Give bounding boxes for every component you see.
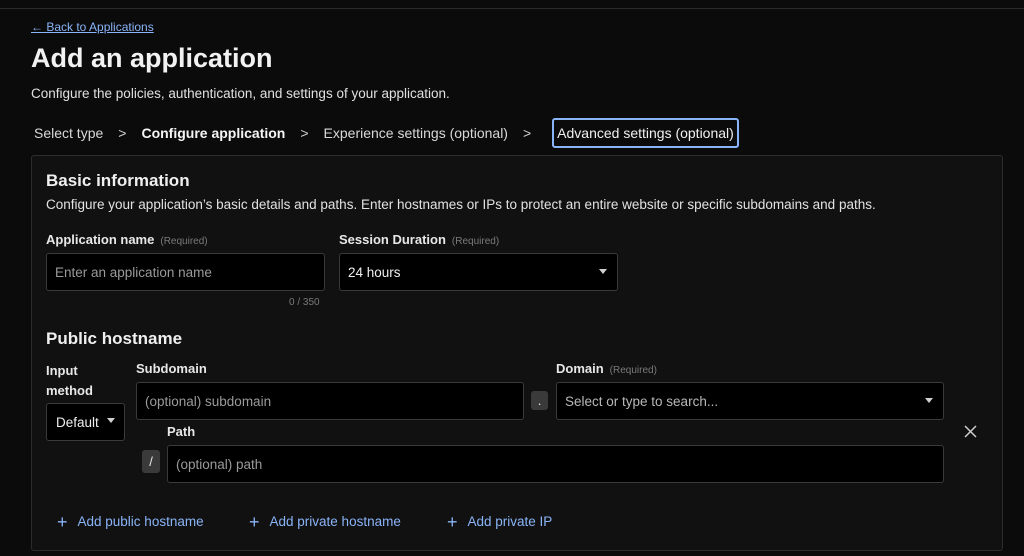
session-duration-label-text: Session Duration: [339, 232, 446, 247]
session-duration-required: (Required): [451, 236, 500, 247]
domain-placeholder: Select or type to search...: [565, 393, 719, 409]
step-select-type[interactable]: Select type: [34, 125, 103, 141]
app-name-placeholder: Enter an application name: [55, 264, 212, 280]
input-method-select[interactable]: Default: [46, 403, 125, 441]
top-divider: [0, 8, 1024, 9]
basic-info-description: Configure your application’s basic detai…: [46, 197, 876, 212]
path-placeholder: (optional) path: [176, 456, 263, 472]
chevron-down-icon: [925, 398, 933, 403]
basic-info-title: Basic information: [46, 171, 190, 190]
path-label: Path: [167, 424, 196, 439]
subdomain-input[interactable]: (optional) subdomain: [136, 382, 524, 420]
subdomain-label: Subdomain: [136, 361, 207, 376]
add-private-ip-button[interactable]: + Add private IP: [447, 511, 553, 532]
app-name-input[interactable]: Enter an application name: [46, 253, 325, 291]
add-private-ip-label: Add private IP: [467, 514, 553, 529]
session-duration-label: Session Duration (Required): [339, 232, 499, 247]
chevron-down-icon: [107, 418, 115, 423]
add-public-hostname-button[interactable]: + Add public hostname: [57, 511, 204, 532]
app-name-label-text: Application name: [46, 232, 155, 247]
close-icon[interactable]: [964, 425, 977, 438]
step-separator: >: [300, 125, 309, 141]
page-title: Add an application: [31, 43, 273, 73]
domain-label: Domain (Required): [556, 361, 657, 376]
step-advanced-settings[interactable]: Advanced settings (optional): [552, 118, 739, 148]
step-separator: >: [118, 125, 127, 141]
app-name-label: Application name (Required): [46, 232, 208, 247]
app-name-char-counter: 0 / 350: [289, 297, 320, 308]
configure-card: [31, 155, 1003, 551]
step-separator: >: [522, 125, 532, 141]
input-method-label-line2: method: [46, 383, 93, 398]
input-method-label: Input method: [46, 361, 93, 401]
public-hostname-title: Public hostname: [46, 329, 183, 348]
session-duration-select[interactable]: 24 hours: [339, 253, 618, 291]
path-slash-prefix: /: [142, 450, 160, 473]
domain-dot-separator: .: [531, 391, 548, 410]
add-private-hostname-label: Add private hostname: [269, 514, 401, 529]
step-configure-application[interactable]: Configure application: [141, 125, 285, 141]
page-subtitle: Configure the policies, authentication, …: [31, 86, 450, 101]
session-duration-value: 24 hours: [348, 264, 401, 280]
plus-icon: +: [249, 511, 260, 532]
wizard-steps: Select type > Configure application > Ex…: [34, 118, 739, 148]
add-private-hostname-button[interactable]: + Add private hostname: [249, 511, 401, 532]
path-input[interactable]: (optional) path: [167, 445, 944, 483]
domain-label-text: Domain: [556, 361, 604, 376]
back-to-applications-link[interactable]: ← Back to Applications: [31, 20, 154, 34]
step-experience-settings[interactable]: Experience settings (optional): [324, 125, 508, 141]
app-name-required: (Required): [160, 236, 208, 247]
input-method-label-line1: Input: [46, 363, 78, 378]
plus-icon: +: [447, 511, 458, 532]
chevron-down-icon: [599, 269, 607, 274]
domain-select[interactable]: Select or type to search...: [556, 382, 944, 420]
input-method-value: Default: [56, 414, 99, 430]
plus-icon: +: [57, 511, 68, 532]
domain-required: (Required): [609, 365, 657, 376]
add-public-hostname-label: Add public hostname: [77, 514, 204, 529]
subdomain-placeholder: (optional) subdomain: [145, 393, 272, 409]
